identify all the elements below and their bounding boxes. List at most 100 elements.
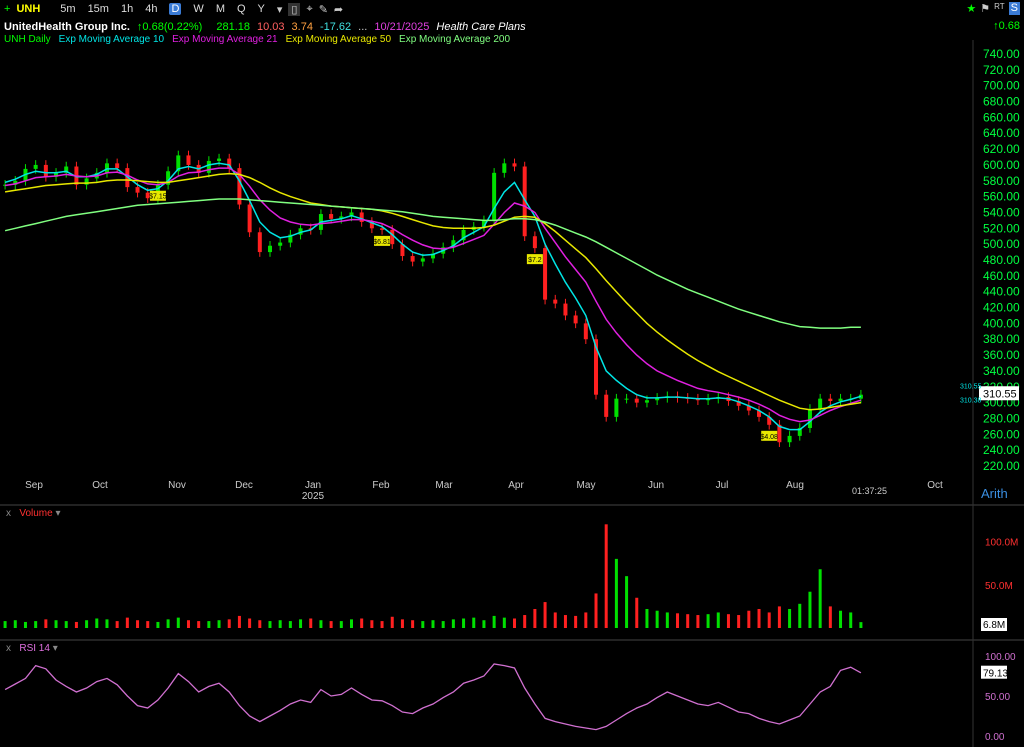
volume-bar	[777, 606, 781, 628]
volume-bar	[625, 576, 629, 628]
candle-body	[33, 164, 38, 169]
candle-body	[104, 163, 109, 173]
candle-body	[614, 398, 619, 417]
volume-bar	[64, 621, 68, 628]
month-label: Dec	[235, 480, 253, 491]
price-tick: 640.00	[983, 126, 1020, 140]
month-label: Oct	[927, 480, 943, 491]
candle-body	[604, 394, 609, 417]
candle-body	[267, 245, 272, 253]
price-tick: 600.00	[983, 158, 1020, 172]
price-tick: 440.00	[983, 285, 1020, 299]
volume-bar	[390, 616, 394, 628]
candle-body	[838, 398, 843, 402]
ema-line-3	[4, 172, 862, 411]
volume-bar	[808, 591, 812, 628]
candle-body	[247, 204, 252, 233]
candle-body	[807, 408, 812, 428]
volume-bar	[645, 608, 649, 628]
scale-label[interactable]: Arith	[981, 486, 1008, 501]
volume-bar	[349, 619, 353, 628]
volume-bar	[411, 620, 415, 628]
month-label: Feb	[372, 480, 390, 491]
volume-bar	[441, 621, 445, 628]
candle-body	[624, 398, 629, 400]
month-label: Oct	[92, 480, 108, 491]
volume-bar	[278, 620, 282, 628]
price-tick: 560.00	[983, 190, 1020, 204]
volume-bar	[665, 612, 669, 628]
month-label: Jul	[716, 480, 729, 491]
volume-bar	[125, 617, 129, 628]
timer-label: 01:37:25	[852, 486, 887, 496]
price-tick: 380.00	[983, 332, 1020, 346]
dividend-label: $7.15	[149, 194, 167, 201]
price-tick: 260.00	[983, 427, 1020, 441]
candle-body	[818, 398, 823, 409]
volume-bar	[329, 621, 333, 628]
volume-bar	[166, 619, 170, 628]
volume-tick: 50.0M	[985, 581, 1013, 592]
volume-bar	[726, 614, 730, 628]
volume-bar	[156, 621, 160, 628]
volume-bar	[319, 620, 323, 628]
volume-bar	[563, 615, 567, 628]
month-label: Mar	[435, 480, 453, 491]
volume-bar	[431, 620, 435, 628]
volume-bar	[828, 606, 832, 628]
volume-bar	[146, 621, 150, 628]
volume-bar	[13, 620, 17, 628]
volume-bar	[462, 618, 466, 628]
volume-bar	[115, 621, 119, 628]
volume-bar	[299, 619, 303, 628]
price-tag: 310.55	[960, 383, 982, 390]
volume-bar	[74, 621, 78, 628]
volume-bar	[309, 618, 313, 628]
candle-body	[278, 242, 283, 246]
price-tick: 220.00	[983, 459, 1020, 473]
volume-bar	[614, 558, 618, 628]
candle-body	[135, 187, 140, 193]
volume-last: 6.8M	[983, 620, 1005, 631]
volume-bar	[400, 619, 404, 628]
price-tick: 240.00	[983, 443, 1020, 457]
candle-body	[634, 398, 639, 403]
volume-bar	[655, 610, 659, 628]
close-icon[interactable]: x	[6, 508, 11, 519]
volume-bar	[533, 608, 537, 628]
volume-bar	[54, 620, 58, 628]
rsi-tick: 0.00	[985, 732, 1005, 743]
month-label: Apr	[508, 480, 524, 491]
close-icon[interactable]: x	[6, 643, 11, 654]
volume-bar	[686, 614, 690, 628]
volume-bar	[635, 597, 639, 628]
volume-bar	[85, 620, 89, 628]
volume-bar	[95, 618, 99, 628]
volume-bar	[788, 608, 792, 628]
volume-bar	[380, 621, 384, 628]
volume-bar	[747, 610, 751, 628]
price-chart[interactable]: 740.00 720.00 700.00 680.00660.00 640.00 620.…	[0, 0, 1024, 747]
candle-body	[787, 435, 792, 443]
month-label: Aug	[786, 480, 804, 491]
candle-body	[532, 236, 537, 249]
candle-body	[186, 155, 191, 165]
volume-bar	[186, 620, 190, 628]
price-tick: 460.00	[983, 269, 1020, 283]
volume-tick: 100.0M	[985, 538, 1018, 549]
volume-bar	[34, 621, 38, 628]
price-tick: 280.00	[983, 411, 1020, 425]
candle-body	[502, 163, 507, 173]
volume-bar	[849, 612, 853, 628]
dividend-label: $6.81	[373, 239, 391, 246]
price-tag: 310.38	[960, 398, 982, 405]
volume-bar	[237, 615, 241, 628]
rsi-label: RSI 14	[19, 643, 50, 654]
candle-body	[828, 398, 833, 402]
volume-bar	[502, 617, 506, 628]
volume-bar	[105, 619, 109, 628]
dividend-label: $4.08	[760, 434, 778, 441]
volume-bar	[217, 620, 221, 628]
candle-body	[492, 172, 497, 221]
price-tick: 700.00	[983, 79, 1020, 93]
